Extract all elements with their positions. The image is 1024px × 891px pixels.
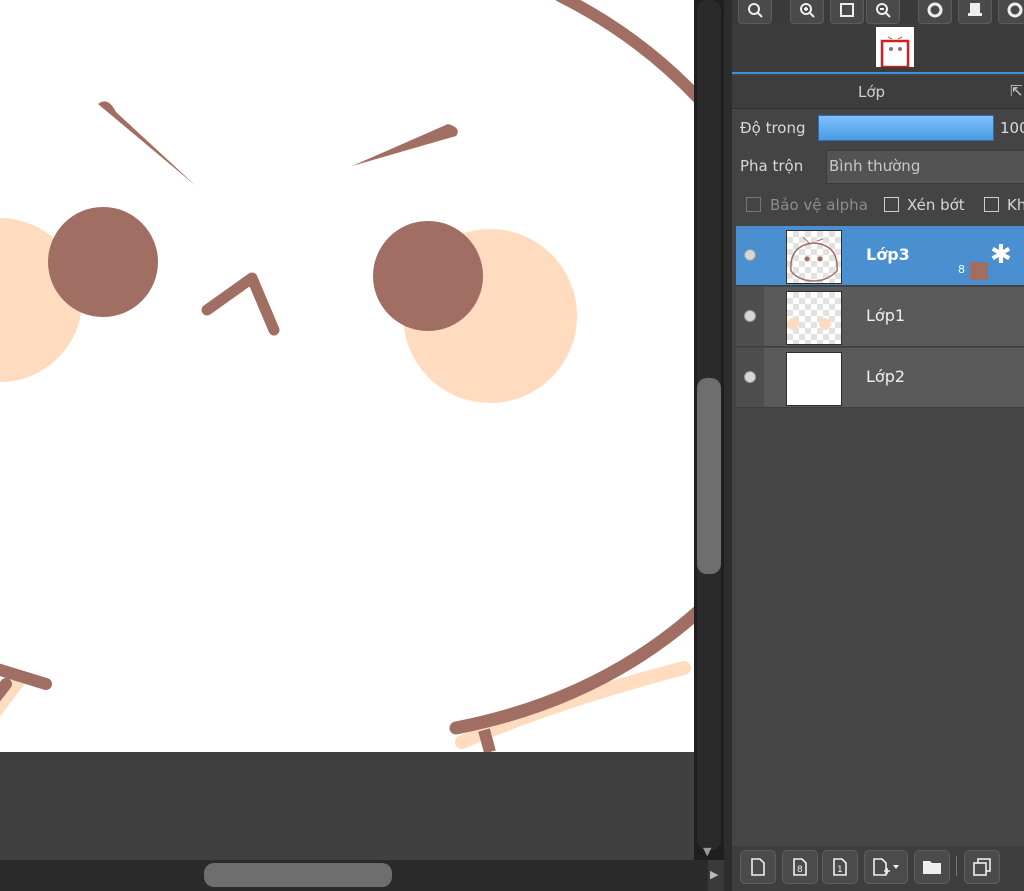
clipping-label: Xén bớt	[907, 196, 965, 214]
layer-panel-header: Lớp ⇱	[732, 76, 1024, 109]
horizontal-scroll-thumb[interactable]	[204, 863, 392, 887]
layer-thumbnail	[786, 352, 842, 406]
layer-panel: Lớp ⇱ Độ trong 100 Pha trộn Bình thường …	[732, 0, 1024, 891]
left-eye	[48, 207, 158, 317]
vertical-scroll-thumb[interactable]	[697, 378, 721, 574]
alpha-protect-label: Bảo vệ alpha	[770, 196, 868, 214]
opacity-slider[interactable]	[818, 115, 994, 141]
layer-name: Lớp2	[866, 367, 906, 386]
zoom-out-icon[interactable]	[866, 0, 900, 24]
gear-icon[interactable]: ✱	[990, 240, 1012, 270]
opacity-label: Độ trong	[740, 119, 806, 137]
flip-icon[interactable]	[958, 0, 992, 24]
right-arm-shadow	[455, 661, 691, 749]
layer-bit-badge: 8	[958, 263, 965, 276]
panel-divider[interactable]	[724, 0, 732, 891]
right-eye	[373, 221, 483, 331]
left-eyebrow	[98, 101, 196, 186]
lock-label: Kh	[1007, 196, 1024, 214]
visibility-toggle[interactable]	[736, 287, 764, 346]
layer-row-lop2[interactable]: Lớp2	[736, 348, 1024, 408]
fit-screen-icon[interactable]	[830, 0, 864, 24]
new-folder-icon[interactable]	[914, 850, 950, 884]
new-1bit-layer-icon[interactable]: 1	[822, 850, 858, 884]
blend-label: Pha trộn	[740, 157, 804, 175]
navigator-preview[interactable]	[732, 24, 1024, 72]
eye-icon[interactable]	[744, 310, 756, 322]
blend-mode-value: Bình thường	[829, 157, 921, 175]
navigator-toolbar	[732, 0, 1024, 24]
right-leg	[478, 728, 496, 752]
layer-list: Lớp3 8 ✱ Lớp1 Lớp2	[736, 226, 1024, 846]
settings-icon[interactable]	[998, 0, 1024, 24]
layer-actions-bar: 8 1	[732, 846, 1024, 891]
zoom-in-icon[interactable]	[790, 0, 824, 24]
new-8bit-layer-icon[interactable]: 8	[782, 850, 818, 884]
layer-thumbnail	[786, 291, 842, 345]
layer-row-lop3[interactable]: Lớp3 8 ✱	[736, 226, 1024, 286]
popout-icon[interactable]: ⇱	[1010, 82, 1023, 100]
opacity-value: 100	[1000, 119, 1024, 137]
add-layer-menu-icon[interactable]	[864, 850, 908, 884]
mouth	[201, 272, 280, 336]
visibility-toggle[interactable]	[736, 348, 764, 407]
duplicate-layer-icon[interactable]	[964, 850, 1000, 884]
layer-color-swatch	[970, 262, 988, 280]
layer-row-lop1[interactable]: Lớp1	[736, 287, 1024, 347]
preview-thumbnail[interactable]	[876, 27, 914, 69]
eye-icon[interactable]	[744, 371, 756, 383]
alpha-protect-checkbox[interactable]	[746, 197, 761, 212]
svg-text:8: 8	[797, 865, 803, 875]
clipping-checkbox[interactable]	[884, 197, 899, 212]
horizontal-scrollbar[interactable]	[0, 860, 708, 891]
rotate-icon[interactable]	[918, 0, 952, 24]
drawing-canvas[interactable]	[0, 0, 694, 752]
right-eyebrow	[352, 124, 458, 166]
vertical-scrollbar[interactable]: ▼	[694, 0, 724, 860]
lock-checkbox[interactable]	[984, 197, 999, 212]
layer-name: Lớp1	[866, 306, 906, 325]
svg-text:1: 1	[837, 865, 843, 875]
eye-icon[interactable]	[744, 249, 756, 261]
new-layer-icon[interactable]	[740, 850, 776, 884]
panel-accent-line	[732, 72, 1024, 74]
canvas-background	[0, 752, 694, 860]
toolbar-separator	[956, 856, 957, 876]
layer-panel-title: Lớp	[858, 83, 886, 101]
scroll-down-icon[interactable]: ▼	[703, 845, 711, 858]
layer-thumbnail	[786, 230, 842, 284]
head-outline-top	[555, 0, 694, 103]
canvas-artwork	[0, 0, 694, 752]
zoom-fit-icon[interactable]	[738, 0, 772, 24]
visibility-toggle[interactable]	[736, 226, 764, 285]
layer-name: Lớp3	[866, 245, 910, 264]
scroll-right-icon[interactable]: ▶	[710, 868, 718, 881]
blend-mode-select[interactable]: Bình thường	[826, 150, 1024, 184]
